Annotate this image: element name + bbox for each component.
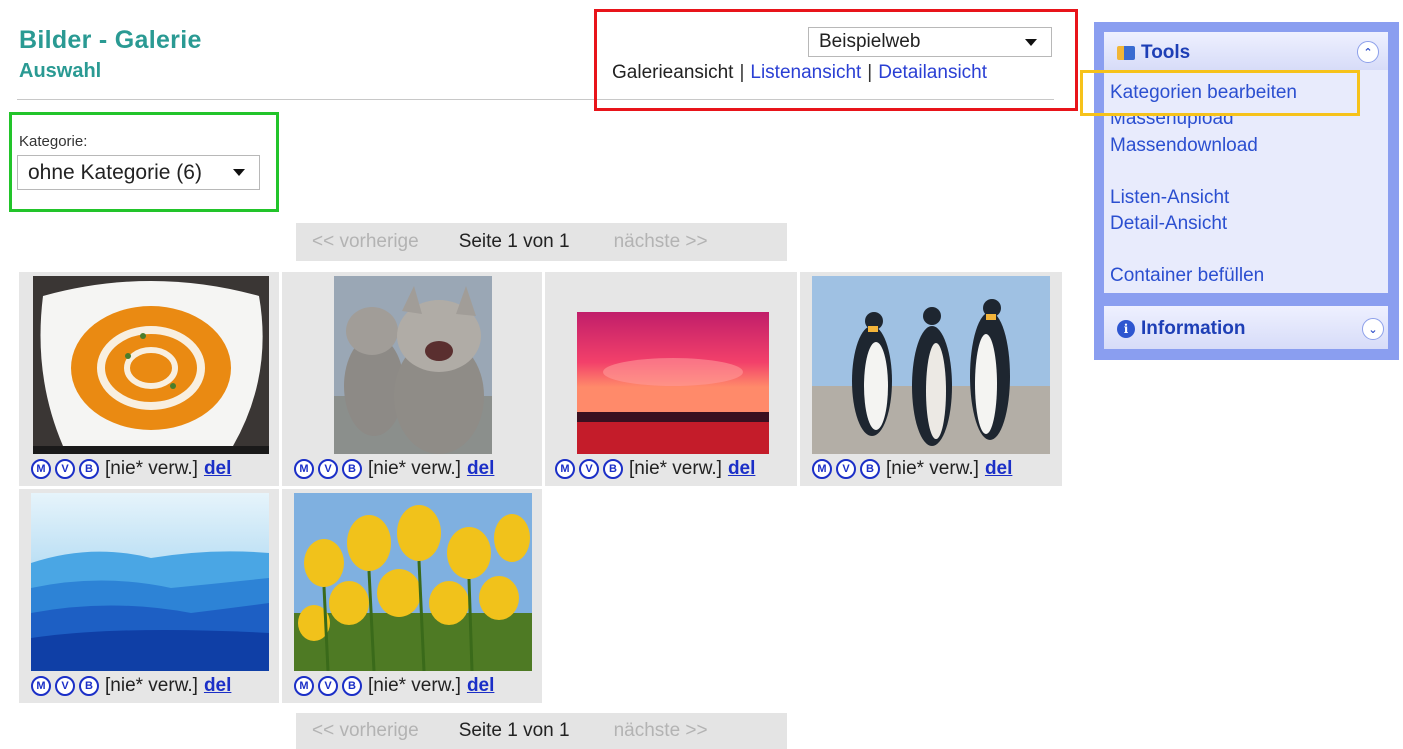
pager-page-indicator: Seite 1 von 1 [458,231,570,252]
v-icon[interactable]: V [836,459,856,479]
gallery-item: MVB [nie* verw.] del [19,489,279,703]
b-icon[interactable]: B [860,459,880,479]
pager-prev-link[interactable]: << vorherige [312,231,419,253]
category-label: Kategorie: [19,133,88,150]
collapse-up-icon[interactable]: ⌃ [1357,41,1379,63]
tools-icon [1117,46,1135,60]
usage-status: [nie* verw.] [105,675,198,696]
category-select[interactable]: ohne Kategorie (6) [17,155,260,190]
m-icon[interactable]: M [812,459,832,479]
chevron-down-icon [1025,38,1037,46]
item-caption: MVB [nie* verw.] del [555,458,755,480]
thumbnail-blue-hills[interactable] [31,493,269,671]
view-gallery-current: Galerieansicht [612,62,734,83]
m-icon[interactable]: M [294,459,314,479]
gallery-item: MVB [nie* verw.] del [282,489,542,703]
highlight-box-edit-categories [1080,70,1360,116]
item-caption: MVB [nie* verw.] del [294,675,494,697]
usage-status: [nie* verw.] [105,458,198,479]
gallery-item: MVB [nie* verw.] del [545,272,797,486]
pager-page-indicator: Seite 1 von 1 [458,720,570,741]
b-icon[interactable]: B [79,459,99,479]
item-caption: MVB [nie* verw.] del [294,458,494,480]
delete-link[interactable]: del [728,458,755,480]
view-detail-link[interactable]: Detailansicht [878,62,987,83]
view-switcher: Galerieansicht | Listenansicht | Detailansic… [612,62,987,84]
tool-link-detail-view[interactable]: Detail-Ansicht [1110,213,1227,235]
delete-link[interactable]: del [467,458,494,480]
pager-next-link[interactable]: nächste >> [614,720,708,742]
pager-next-link[interactable]: nächste >> [614,231,708,253]
thumbnail-laughing-kittens[interactable] [334,276,492,454]
information-title-text: Information [1141,318,1246,339]
thumbnail-pumpkin-soup[interactable] [33,276,269,454]
usage-status: [nie* verw.] [629,458,722,479]
view-separator: | [739,62,745,83]
pager-bottom: << vorherige Seite 1 von 1 nächste >> [296,713,787,749]
delete-link[interactable]: del [985,458,1012,480]
expand-down-icon[interactable]: ⌄ [1362,318,1384,340]
page-title: Bilder - Galerie [19,26,202,54]
tools-panel-title: Tools [1117,42,1190,64]
v-icon[interactable]: V [579,459,599,479]
m-icon[interactable]: M [31,676,51,696]
b-icon[interactable]: B [342,459,362,479]
delete-link[interactable]: del [467,675,494,697]
information-panel-title: i Information [1117,318,1246,340]
m-icon[interactable]: M [31,459,51,479]
tools-title-text: Tools [1141,42,1191,63]
v-icon[interactable]: V [318,676,338,696]
tool-link-list-view[interactable]: Listen-Ansicht [1110,187,1229,209]
page-subtitle: Auswahl [19,60,102,82]
thumbnail-yellow-tulips[interactable] [294,493,532,671]
web-select[interactable]: Beispielweb [808,27,1052,57]
usage-status: [nie* verw.] [368,675,461,696]
m-icon[interactable]: M [555,459,575,479]
b-icon[interactable]: B [603,459,623,479]
usage-status: [nie* verw.] [368,458,461,479]
b-icon[interactable]: B [342,676,362,696]
highlight-box-view-controls [594,9,1078,111]
web-select-value: Beispielweb [819,31,921,52]
chevron-down-icon [233,169,245,176]
b-icon[interactable]: B [79,676,99,696]
pager-top: << vorherige Seite 1 von 1 nächste >> [296,223,787,261]
delete-link[interactable]: del [204,458,231,480]
m-icon[interactable]: M [294,676,314,696]
gallery-item: MVB [nie* verw.] del [19,272,279,486]
item-caption: MVB [nie* verw.] del [812,458,1012,480]
gallery-item: MVB [nie* verw.] del [800,272,1062,486]
thumbnail-penguins[interactable] [812,276,1050,454]
v-icon[interactable]: V [55,676,75,696]
category-select-value: ohne Kategorie (6) [28,160,202,184]
info-icon: i [1117,320,1135,338]
gallery-item: MVB [nie* verw.] del [282,272,542,486]
delete-link[interactable]: del [204,675,231,697]
usage-status: [nie* verw.] [886,458,979,479]
thumbnail-red-sunset[interactable] [577,312,769,454]
view-list-link[interactable]: Listenansicht [750,62,861,83]
item-caption: MVB [nie* verw.] del [31,675,231,697]
v-icon[interactable]: V [318,459,338,479]
pager-prev-link[interactable]: << vorherige [312,720,419,742]
tool-link-mass-download[interactable]: Massendownload [1110,135,1258,157]
view-separator: | [867,62,873,83]
item-caption: MVB [nie* verw.] del [31,458,231,480]
v-icon[interactable]: V [55,459,75,479]
tool-link-fill-container[interactable]: Container befüllen [1110,265,1264,287]
